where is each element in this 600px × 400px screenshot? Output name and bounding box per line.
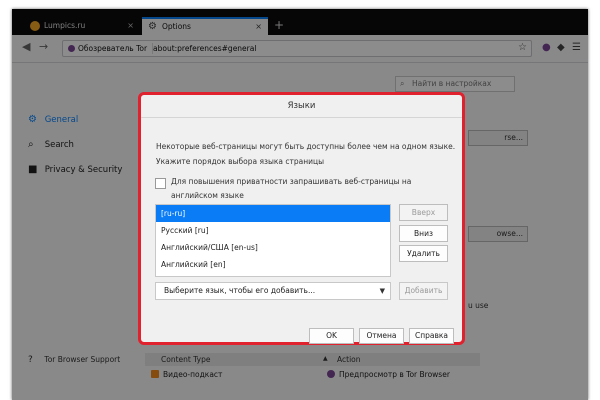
english-request-checkbox[interactable]: [155, 178, 166, 189]
list-item[interactable]: Русский [ru]: [156, 222, 390, 239]
list-item[interactable]: [ru-ru]: [156, 205, 390, 222]
language-list[interactable]: [ru-ru] Русский [ru] Английский/США [en-…: [155, 204, 391, 277]
dialog-intro-line-2: Укажите порядок выбора языка страницы: [156, 157, 325, 166]
cancel-button[interactable]: Отмена: [359, 328, 404, 344]
move-up-button[interactable]: Вверх: [399, 204, 448, 221]
help-button[interactable]: Справка: [409, 328, 454, 344]
select-placeholder: Выберите язык, чтобы его добавить...: [164, 286, 316, 295]
add-language-select[interactable]: Выберите язык, чтобы его добавить... ▼: [155, 282, 391, 300]
dialog-intro-line-1: Некоторые веб-страницы могут быть доступ…: [156, 142, 456, 151]
list-item[interactable]: Английский [en]: [156, 256, 390, 273]
english-request-label[interactable]: Для повышения приватности запрашивать ве…: [171, 175, 451, 203]
move-down-button[interactable]: Вниз: [399, 225, 448, 242]
dialog-title: Языки: [141, 95, 462, 118]
add-language-button[interactable]: Добавить: [399, 282, 448, 300]
ok-button[interactable]: OK: [309, 328, 354, 344]
list-item[interactable]: Английский/США [en-us]: [156, 239, 390, 256]
browser-window: Lumpics.ru × ⚙ Options × + ◀ → Обозреват…: [12, 9, 588, 400]
remove-language-button[interactable]: Удалить: [399, 245, 448, 262]
languages-dialog: Языки Некоторые веб-страницы могут быть …: [138, 92, 465, 345]
chevron-down-icon: ▼: [379, 287, 385, 295]
